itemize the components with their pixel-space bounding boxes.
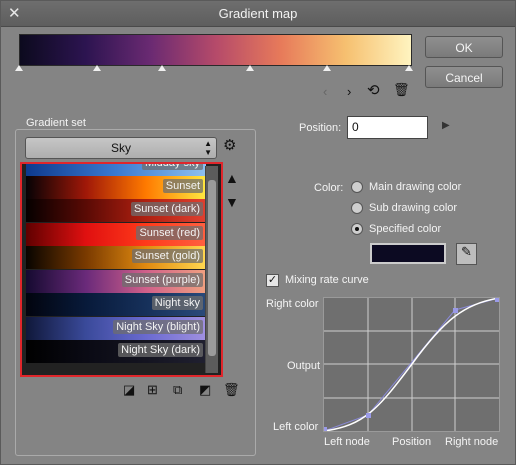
ok-button[interactable]: OK (425, 36, 503, 58)
specified-color-label: Specified color (369, 223, 442, 235)
delete-stop-icon[interactable]: 🗑 (393, 83, 410, 96)
gradient-set-selected: Sky (110, 141, 131, 155)
mixing-rate-curve[interactable] (322, 297, 500, 432)
add-gradient-icon[interactable]: ◩ (199, 382, 211, 398)
sub-drawing-color-label: Sub drawing color (369, 202, 458, 214)
gradient-list-item-label: Night sky (151, 296, 203, 310)
play-arrow-icon[interactable]: ▶ (442, 121, 450, 131)
curve-node[interactable] (322, 427, 327, 432)
gradient-stop[interactable] (246, 65, 254, 71)
gradient-list-item-label: Sunset (purple) (121, 273, 203, 287)
radio-main-color[interactable] (351, 181, 363, 193)
curve-node[interactable] (495, 297, 500, 302)
gradient-list-item[interactable]: Sunset (gold) (26, 246, 206, 269)
scrollbar-thumb[interactable] (208, 180, 216, 356)
gradient-list: Midday sky Sunset Sunset (dark) Sunset (red… (20, 162, 223, 377)
curve-node[interactable] (453, 308, 458, 313)
gradient-set-select[interactable]: Sky ▲ ▼ (25, 137, 217, 159)
gradient-list-item-label: Sunset (162, 179, 203, 193)
mixing-rate-label: Mixing rate curve (285, 274, 369, 286)
right-color-label: Right color (266, 298, 319, 310)
position-label: Position: (299, 122, 342, 134)
gradient-list-item-label: Sunset (gold) (131, 249, 203, 263)
gradient-list-item[interactable]: Night Sky (dark) (26, 340, 206, 363)
gradient-list-item[interactable]: Night Sky (blight) (26, 317, 206, 340)
cancel-button[interactable]: Cancel (425, 66, 503, 88)
delete-gradient-icon[interactable]: 🗑 (223, 382, 240, 398)
swap-color-icon[interactable]: ⟲ (367, 83, 380, 98)
position-axis-label: Position (392, 436, 432, 448)
left-color-label: Left color (273, 421, 319, 433)
gradient-stop[interactable] (323, 65, 331, 71)
gradient-stop[interactable] (405, 65, 413, 71)
gradient-stop[interactable] (158, 65, 166, 71)
dialog-title: Gradient map (218, 6, 298, 21)
gradient-preview-bar[interactable] (19, 34, 412, 66)
move-up-icon[interactable]: ▲ (225, 171, 239, 185)
curve-graph[interactable] (322, 297, 500, 432)
duplicate-gradient-icon[interactable]: ⧉ (173, 382, 182, 398)
gradient-list-item[interactable]: Sunset (red) (26, 223, 206, 246)
gradient-list-item-label: Midday sky (141, 164, 203, 170)
gradient-stop[interactable] (93, 65, 101, 71)
gradient-list-item-label: Sunset (dark) (130, 202, 203, 216)
settings-wrench-icon[interactable]: ⚙ (223, 138, 236, 153)
gradient-list-item[interactable]: Sunset (dark) (26, 199, 206, 222)
main-drawing-color-label: Main drawing color (369, 181, 462, 193)
eyedropper-icon[interactable]: ✎ (456, 243, 477, 265)
title-bar: ✕ Gradient map (1, 1, 515, 27)
gradient-stop[interactable] (15, 65, 23, 71)
specified-color-swatch[interactable] (370, 243, 446, 264)
radio-sub-color[interactable] (351, 202, 363, 214)
gradient-map-dialog: ✕ Gradient map OK Cancel ‹ › ⟲ 🗑 Gradien… (0, 0, 516, 465)
move-down-icon[interactable]: ▼ (225, 195, 239, 209)
previous-stop-icon[interactable]: ‹ (323, 85, 327, 98)
position-input[interactable]: 0 (347, 116, 428, 139)
left-node-label: Left node (324, 436, 370, 448)
gradient-list-item-label: Sunset (red) (136, 226, 203, 240)
gradient-list-item[interactable]: Night sky (26, 293, 206, 316)
gradient-list-item-label: Night Sky (blight) (113, 320, 203, 334)
curve-node[interactable] (366, 413, 371, 418)
output-label: Output (287, 360, 321, 372)
next-stop-icon[interactable]: › (347, 85, 351, 98)
import-gradient-icon[interactable]: ⊞ (147, 382, 158, 398)
gradient-list-item-label: Night Sky (dark) (118, 343, 203, 357)
gradient-set-label: Gradient set (23, 117, 89, 129)
color-label: Color: (314, 182, 344, 194)
chevron-updown-icon: ▲ ▼ (204, 139, 212, 157)
gradient-list-item[interactable]: Midday sky (26, 164, 206, 176)
right-node-label: Right node (445, 436, 499, 448)
gradient-list-item[interactable]: Sunset (26, 176, 206, 199)
radio-specified-color[interactable] (351, 223, 363, 235)
gradient-list-item[interactable]: Sunset (purple) (26, 270, 206, 293)
replace-gradient-icon[interactable]: ◪ (123, 382, 135, 398)
list-scrollbar[interactable] (205, 166, 218, 373)
mixing-rate-checkbox[interactable]: ✓ (266, 274, 279, 287)
